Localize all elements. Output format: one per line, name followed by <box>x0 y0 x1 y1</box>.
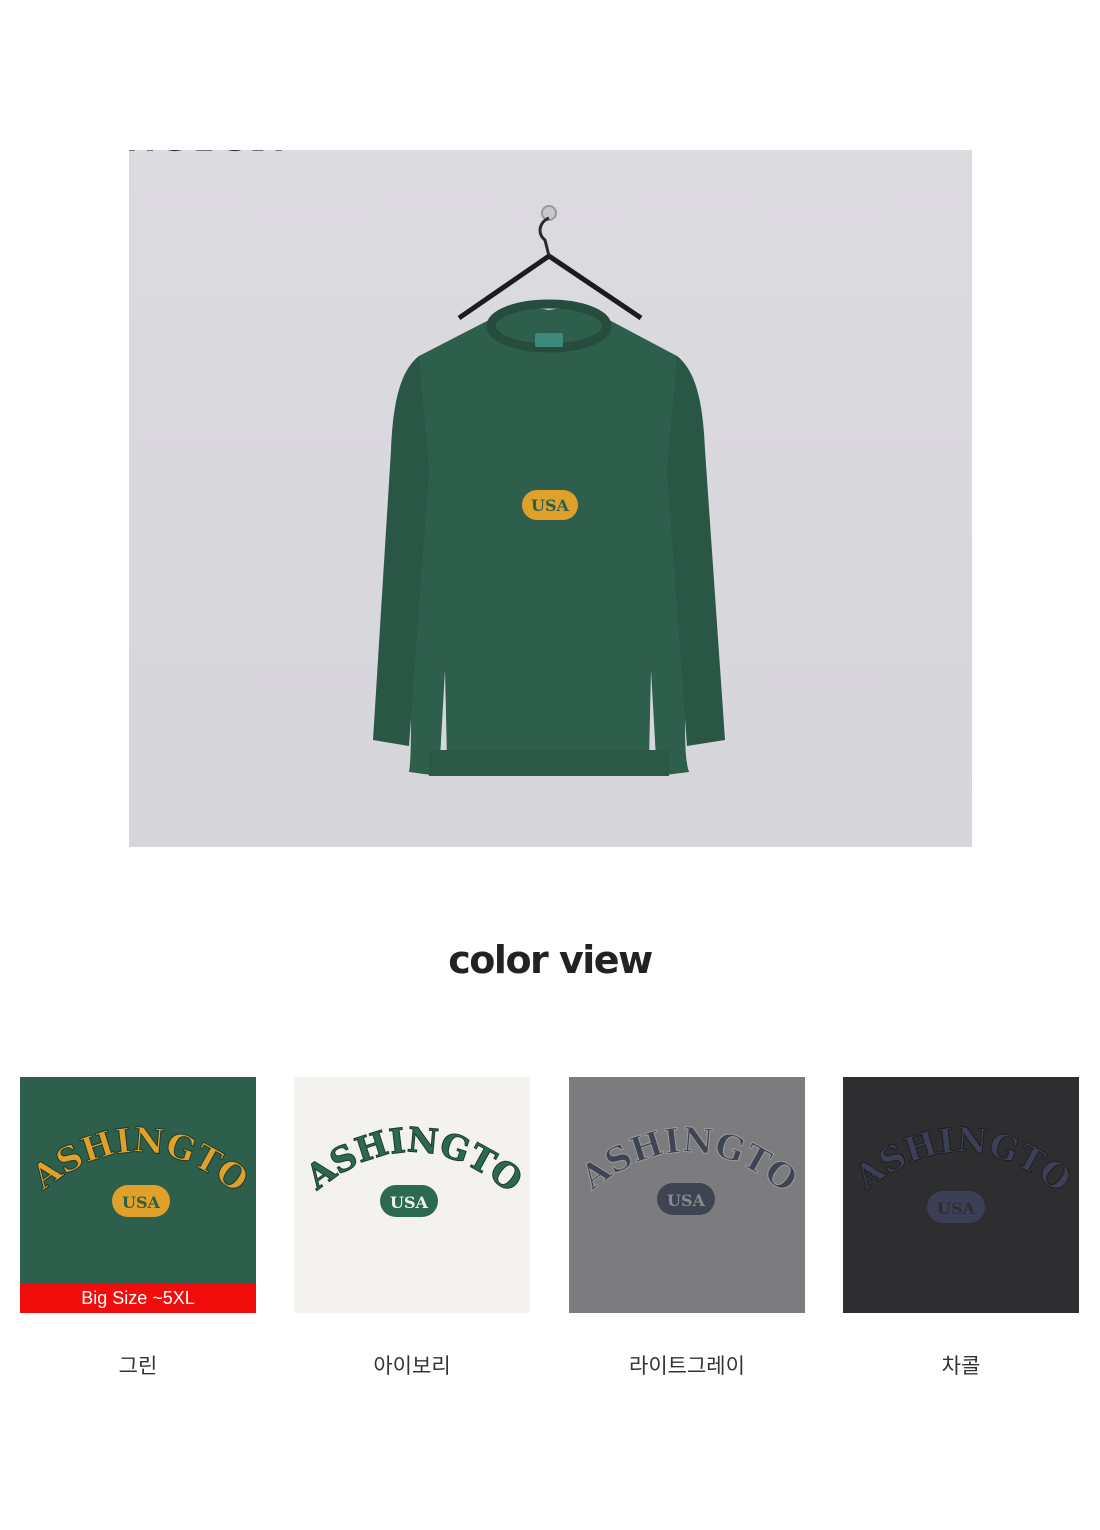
color-swatch-light-gray[interactable]: WASHINGTON USA <box>569 1077 805 1313</box>
swatch-print-sub: USA <box>937 1199 976 1218</box>
color-swatch-ivory[interactable]: WASHINGTON USA <box>294 1077 530 1313</box>
swatch-label-ivory: 아이보리 <box>373 1354 451 1378</box>
hero-print-sub: USA <box>531 496 570 515</box>
swatch-print-sub: USA <box>667 1191 706 1210</box>
tshirt-on-hanger-image: WASHINGTON USA <box>129 150 725 776</box>
swatch-image: WASHINGTON USA <box>569 1077 805 1313</box>
swatch-label-light-gray: 라이트그레이 <box>629 1354 745 1378</box>
color-swatch-charcoal[interactable]: WASHINGTON USA <box>843 1077 1079 1313</box>
swatch-image: WASHINGTON USA <box>294 1077 530 1313</box>
swatch-print-sub: USA <box>390 1193 429 1212</box>
big-size-badge: Big Size ~5XL <box>20 1283 256 1313</box>
hero-print-text: WASHINGTON <box>129 150 286 159</box>
swatch-image: WASHINGTON USA <box>20 1077 256 1313</box>
swatch-label-green: 그린 <box>118 1354 158 1378</box>
swatch-image: WASHINGTON USA <box>843 1077 1079 1313</box>
product-photo: WASHINGTON USA <box>129 150 972 847</box>
color-swatch-green[interactable]: WASHINGTON USA Big Size ~5XL <box>20 1077 256 1313</box>
swatch-print-sub: USA <box>122 1193 161 1212</box>
swatch-label-charcoal: 차콜 <box>941 1354 981 1378</box>
section-title: color view <box>448 938 653 982</box>
